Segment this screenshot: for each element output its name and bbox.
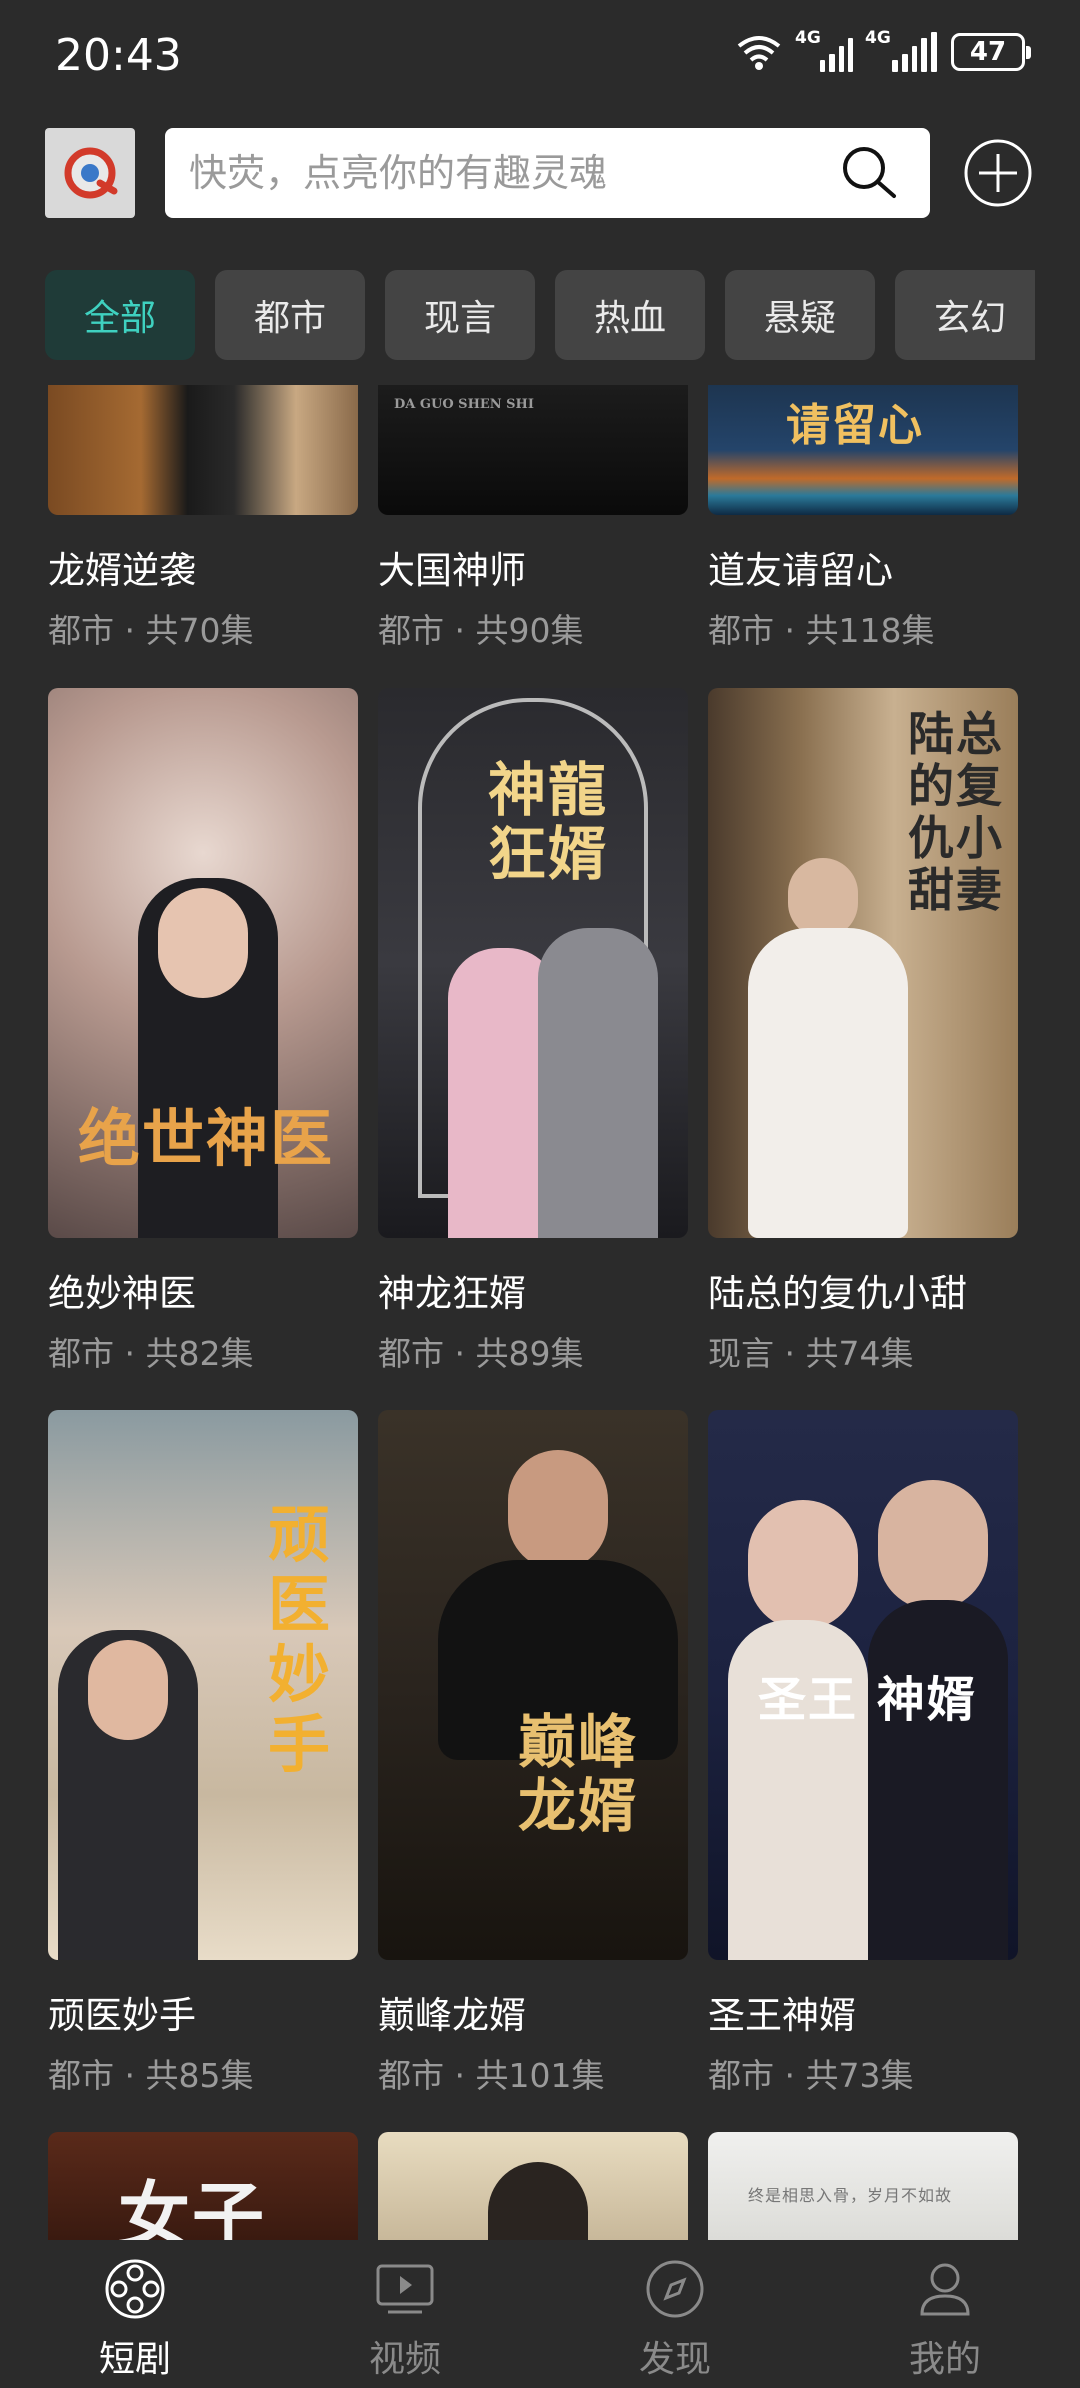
drama-poster: 绝世神医	[48, 688, 358, 1238]
drama-poster: 圣王 神婿	[708, 1410, 1018, 1960]
drama-card[interactable]: 请留心 道友请留心 都市 · 共118集	[708, 385, 1018, 652]
film-reel-icon	[105, 2259, 165, 2319]
drama-meta: 都市 · 共70集	[48, 611, 254, 650]
drama-card[interactable]: 龙婿逆袭 都市 · 共70集	[48, 385, 358, 652]
status-bar: 20:43 4G 4G 47	[0, 0, 1080, 115]
drama-title: 巅峰龙婿	[378, 1994, 526, 2037]
drama-poster: DA GUO SHEN SHI	[378, 385, 688, 515]
drama-meta: 都市 · 共118集	[708, 611, 935, 650]
bottom-nav: 短剧 视频 发现 我的	[0, 2240, 1080, 2388]
poster-text: 女子	[118, 2173, 267, 2240]
video-play-icon	[376, 2264, 434, 2314]
status-time: 20:43	[55, 30, 182, 81]
tab-urban[interactable]: 都市	[215, 270, 365, 360]
status-icons: 4G 4G 47	[735, 28, 1031, 72]
drama-title: 陆总的复仇小甜	[708, 1272, 967, 1315]
drama-meta: 都市 · 共89集	[378, 1334, 584, 1373]
logo-icon	[64, 147, 118, 199]
drama-poster: 巅峰龙婿	[378, 1410, 688, 1960]
drama-card[interactable]	[378, 2132, 688, 2240]
drama-meta: 现言 · 共74集	[708, 1334, 914, 1373]
network-label-2: 4G	[865, 28, 891, 48]
drama-title: 绝妙神医	[48, 1272, 196, 1315]
nav-label-profile: 我的	[908, 2339, 981, 2380]
drama-title: 顽医妙手	[48, 1994, 196, 2037]
nav-item-profile[interactable]: 我的	[865, 2258, 1025, 2382]
drama-card[interactable]: 女子	[48, 2132, 358, 2240]
drama-poster: 陆总的复仇小甜妻	[708, 688, 1018, 1238]
drama-title: 大国神师	[378, 549, 526, 592]
add-icon[interactable]	[963, 138, 1033, 208]
drama-poster: 女子	[48, 2132, 358, 2240]
drama-poster: 顽医妙手	[48, 1410, 358, 1960]
drama-card[interactable]: 巅峰龙婿 巅峰龙婿 都市 · 共101集	[378, 1410, 688, 2097]
drama-meta: 都市 · 共90集	[378, 611, 584, 650]
drama-poster: 终是相思入骨，岁月不如故	[708, 2132, 1018, 2240]
poster-text: 巅峰龙婿	[518, 1708, 639, 1840]
search-icon[interactable]	[838, 142, 900, 204]
poster-text: 绝世神医	[78, 1102, 335, 1175]
nav-item-discover[interactable]: 发现	[595, 2258, 755, 2382]
search-input[interactable]	[189, 128, 789, 218]
drama-title: 圣王神婿	[708, 1994, 856, 2037]
drama-title: 龙婿逆袭	[48, 549, 196, 592]
drama-card[interactable]: 绝世神医 绝妙神医 都市 · 共82集	[48, 688, 358, 1375]
poster-text: DA GUO SHEN SHI	[394, 397, 534, 412]
nav-item-video[interactable]: 视频	[325, 2258, 485, 2382]
tab-action[interactable]: 热血	[555, 270, 705, 360]
poster-text: 圣王 神婿	[758, 1672, 977, 1728]
category-tabs: 全部 都市 现言 热血 悬疑 玄幻	[45, 270, 1035, 362]
battery-icon: 47	[951, 33, 1031, 71]
poster-text: 终是相思入骨，岁月不如故	[748, 2186, 953, 2205]
network-label-1: 4G	[795, 28, 821, 48]
app-logo[interactable]	[45, 128, 135, 218]
drama-title: 神龙狂婿	[378, 1272, 526, 1315]
nav-label-discover: 发现	[638, 2339, 711, 2380]
poster-text: 神龍狂婿	[488, 756, 609, 888]
tab-mystery[interactable]: 悬疑	[725, 270, 875, 360]
drama-poster	[378, 2132, 688, 2240]
poster-text: 陆总的复仇小甜妻	[908, 707, 1004, 917]
drama-card[interactable]: DA GUO SHEN SHI 大国神师 都市 · 共90集	[378, 385, 688, 652]
drama-poster: 请留心	[708, 385, 1018, 515]
tab-romance[interactable]: 现言	[385, 270, 535, 360]
app-screen: 20:43 4G 4G 47 快荧，点亮你的有趣灵魂 全部 都市 现言 热血 悬…	[0, 0, 1080, 2388]
nav-label-shorts: 短剧	[98, 2339, 171, 2380]
signal-icon-1: 4G	[795, 28, 853, 72]
search-bar[interactable]	[165, 128, 930, 218]
poster-text: 顽医妙手	[268, 1498, 333, 1781]
drama-card[interactable]: 神龍狂婿 神龙狂婿 都市 · 共89集	[378, 688, 688, 1375]
drama-meta: 都市 · 共85集	[48, 2056, 254, 2095]
drama-meta: 都市 · 共82集	[48, 1334, 254, 1373]
battery-level: 47	[969, 37, 1007, 67]
nav-label-video: 视频	[368, 2339, 441, 2380]
drama-poster: 神龍狂婿	[378, 688, 688, 1238]
drama-title: 道友请留心	[708, 549, 893, 592]
drama-card[interactable]: 圣王 神婿 圣王神婿 都市 · 共73集	[708, 1410, 1018, 2097]
drama-card[interactable]: 顽医妙手 顽医妙手 都市 · 共85集	[48, 1410, 358, 2097]
compass-icon	[646, 2260, 704, 2318]
poster-text: 请留心	[786, 400, 924, 451]
drama-meta: 都市 · 共73集	[708, 2056, 914, 2095]
signal-icon-2: 4G	[865, 28, 937, 72]
drama-meta: 都市 · 共101集	[378, 2056, 605, 2095]
nav-item-shorts[interactable]: 短剧	[55, 2258, 215, 2382]
tab-all[interactable]: 全部	[45, 270, 195, 360]
drama-card[interactable]: 终是相思入骨，岁月不如故	[708, 2132, 1018, 2240]
drama-grid: 龙婿逆袭 都市 · 共70集 DA GUO SHEN SHI 大国神师 都市 ·…	[0, 385, 1080, 2240]
drama-card[interactable]: 陆总的复仇小甜妻 陆总的复仇小甜 现言 · 共74集	[708, 688, 1018, 1375]
drama-poster	[48, 385, 358, 515]
tab-fantasy[interactable]: 玄幻	[895, 270, 1035, 360]
wifi-icon	[737, 36, 781, 70]
user-icon	[920, 2263, 970, 2316]
